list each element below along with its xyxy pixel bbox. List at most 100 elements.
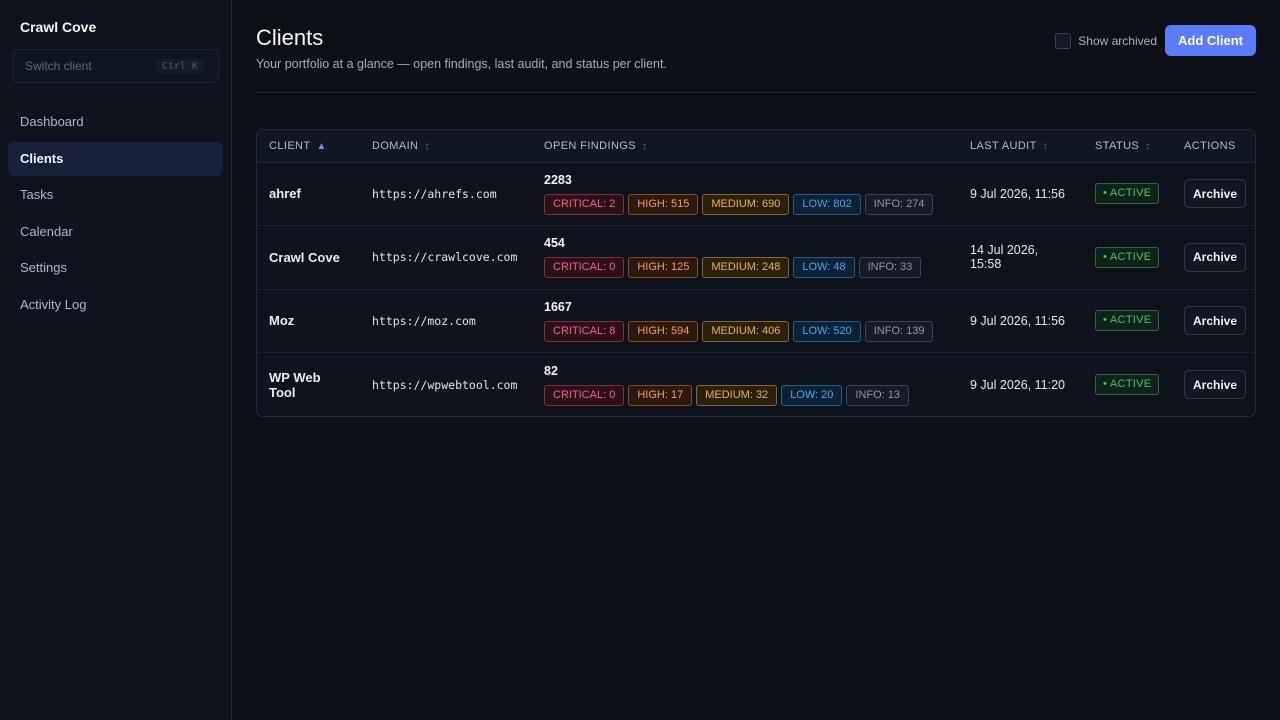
column-label: STATUS	[1095, 139, 1140, 152]
header-divider	[256, 92, 1256, 93]
client-switcher[interactable]: Switch client Ctrl K	[12, 49, 219, 83]
sidebar-item-settings[interactable]: Settings	[8, 251, 223, 285]
medium-badge: MEDIUM: 32	[696, 384, 778, 406]
findings-total: 1667	[544, 299, 572, 314]
info-badge: INFO: 274	[864, 193, 934, 215]
actions-cell: Archive	[1172, 289, 1255, 353]
show-archived-label: Show archived	[1078, 33, 1157, 48]
sort-ascending-icon: ▲	[316, 140, 327, 152]
table-row: ahref https://ahrefs.com 2283 CRITICAL: …	[257, 162, 1255, 226]
main-content: Clients Your portfolio at a glance — ope…	[232, 0, 1280, 720]
clients-table: CLIENT ▲ DOMAIN ↕ OPEN FINDINGS ↕ LAST AUDI…	[257, 130, 1255, 416]
sidebar-item-tasks[interactable]: Tasks	[8, 178, 223, 212]
last-audit: 9 Jul 2026, 11:56	[970, 313, 1065, 328]
info-badge: INFO: 33	[858, 257, 922, 279]
client-domain: https://crawlcove.com	[372, 250, 518, 265]
client-name[interactable]: Moz	[257, 289, 360, 353]
high-badge: HIGH: 17	[628, 384, 693, 406]
medium-badge: MEDIUM: 248	[702, 257, 790, 279]
app-shell: Crawl Cove Switch client Ctrl K Dashboar…	[0, 0, 1280, 720]
low-badge: LOW: 520	[793, 320, 861, 342]
archive-button[interactable]: Archive	[1184, 179, 1247, 209]
findings-total: 2283	[544, 172, 572, 187]
low-badge: LOW: 20	[781, 384, 843, 406]
actions-cell: Archive	[1172, 226, 1255, 290]
column-header-domain[interactable]: DOMAIN ↕	[360, 130, 532, 163]
client-switcher-placeholder: Switch client	[25, 59, 92, 73]
severity-badges: CRITICAL: 8 HIGH: 594 MEDIUM: 406 LOW: 5…	[544, 320, 946, 342]
sidebar-item-activity-log[interactable]: Activity Log	[8, 288, 223, 322]
client-name[interactable]: ahref	[257, 162, 360, 226]
column-header-actions: ACTIONS	[1172, 130, 1255, 163]
keyboard-shortcut-hint: Ctrl K	[155, 58, 204, 74]
open-findings-cell: 82 CRITICAL: 0 HIGH: 17 MEDIUM: 32 LOW: …	[532, 353, 958, 417]
sidebar-nav: Dashboard Clients Tasks Calendar Setting…	[8, 105, 223, 322]
header-actions: Show archived Add Client	[1055, 25, 1256, 56]
open-findings-cell: 2283 CRITICAL: 2 HIGH: 515 MEDIUM: 690 L…	[532, 162, 958, 226]
severity-badges: CRITICAL: 0 HIGH: 125 MEDIUM: 248 LOW: 4…	[544, 257, 946, 279]
last-audit: 14 Jul 2026, 15:58	[970, 243, 1039, 272]
low-badge: LOW: 802	[793, 193, 861, 215]
client-domain: https://ahrefs.com	[372, 186, 497, 201]
critical-badge: CRITICAL: 0	[544, 384, 625, 406]
sidebar: Crawl Cove Switch client Ctrl K Dashboar…	[0, 0, 232, 720]
add-client-button[interactable]: Add Client	[1165, 25, 1256, 56]
medium-badge: MEDIUM: 406	[702, 320, 790, 342]
sort-icon: ↕	[1042, 140, 1049, 152]
info-badge: INFO: 139	[864, 320, 934, 342]
column-header-open-findings[interactable]: OPEN FINDINGS ↕	[532, 130, 958, 163]
last-audit: 9 Jul 2026, 11:56	[970, 186, 1065, 201]
page-header: Clients Your portfolio at a glance — ope…	[256, 24, 1256, 71]
low-badge: LOW: 48	[793, 257, 855, 279]
last-audit: 9 Jul 2026, 11:20	[970, 377, 1065, 392]
high-badge: HIGH: 594	[628, 320, 699, 342]
sidebar-item-dashboard[interactable]: Dashboard	[8, 105, 223, 139]
critical-badge: CRITICAL: 0	[544, 257, 625, 279]
critical-badge: CRITICAL: 8	[544, 320, 625, 342]
page-heading-group: Clients Your portfolio at a glance — ope…	[256, 24, 667, 71]
column-label: LAST AUDIT	[970, 139, 1037, 152]
brand-name: Crawl Cove	[20, 19, 97, 35]
show-archived-toggle[interactable]: Show archived	[1055, 32, 1157, 49]
clients-table-container: CLIENT ▲ DOMAIN ↕ OPEN FINDINGS ↕ LAST AUDI…	[256, 129, 1256, 417]
column-label: CLIENT	[269, 139, 311, 152]
page-title: Clients	[256, 25, 324, 50]
status-badge: • ACTIVE	[1095, 310, 1160, 332]
findings-total: 454	[544, 236, 565, 251]
client-name[interactable]: Crawl Cove	[257, 226, 360, 290]
show-archived-checkbox[interactable]	[1055, 32, 1072, 49]
client-domain: https://moz.com	[372, 313, 476, 328]
column-header-status[interactable]: STATUS ↕	[1083, 130, 1172, 163]
client-domain: https://wpwebtool.com	[372, 377, 518, 392]
sort-icon: ↕	[642, 140, 648, 152]
sidebar-item-calendar[interactable]: Calendar	[8, 215, 223, 249]
table-row: Crawl Cove https://crawlcove.com 454 CRI…	[257, 226, 1255, 290]
actions-cell: Archive	[1172, 353, 1255, 417]
table-row: Moz https://moz.com 1667 CRITICAL: 8 HIG…	[257, 289, 1255, 353]
archive-button[interactable]: Archive	[1184, 370, 1247, 399]
open-findings-cell: 1667 CRITICAL: 8 HIGH: 594 MEDIUM: 406 L…	[532, 289, 958, 353]
open-findings-cell: 454 CRITICAL: 0 HIGH: 125 MEDIUM: 248 LO…	[532, 226, 958, 290]
medium-badge: MEDIUM: 690	[702, 193, 790, 215]
page-subtitle: Your portfolio at a glance — open findin…	[256, 57, 667, 71]
archive-button[interactable]: Archive	[1184, 306, 1247, 336]
info-badge: INFO: 13	[846, 384, 910, 406]
actions-cell: Archive	[1172, 162, 1255, 226]
status-badge: • ACTIVE	[1095, 246, 1160, 268]
sidebar-item-clients[interactable]: Clients	[8, 141, 223, 176]
status-cell: • ACTIVE	[1083, 353, 1172, 417]
status-cell: • ACTIVE	[1083, 162, 1172, 226]
client-name[interactable]: WP Web Tool	[257, 353, 360, 417]
table-row: WP Web Tool https://wpwebtool.com 82 CRI…	[257, 353, 1255, 417]
column-label: ACTIONS	[1184, 139, 1236, 152]
archive-button[interactable]: Archive	[1184, 242, 1247, 272]
severity-badges: CRITICAL: 0 HIGH: 17 MEDIUM: 32 LOW: 20 …	[544, 384, 946, 406]
column-header-client[interactable]: CLIENT ▲	[257, 130, 360, 163]
status-badge: • ACTIVE	[1095, 374, 1160, 395]
column-header-last-audit[interactable]: LAST AUDIT ↕	[958, 130, 1083, 163]
column-label: DOMAIN	[372, 139, 419, 152]
high-badge: HIGH: 515	[628, 193, 699, 215]
sort-icon: ↕	[424, 140, 430, 152]
high-badge: HIGH: 125	[628, 257, 699, 279]
sort-icon: ↕	[1145, 140, 1151, 152]
